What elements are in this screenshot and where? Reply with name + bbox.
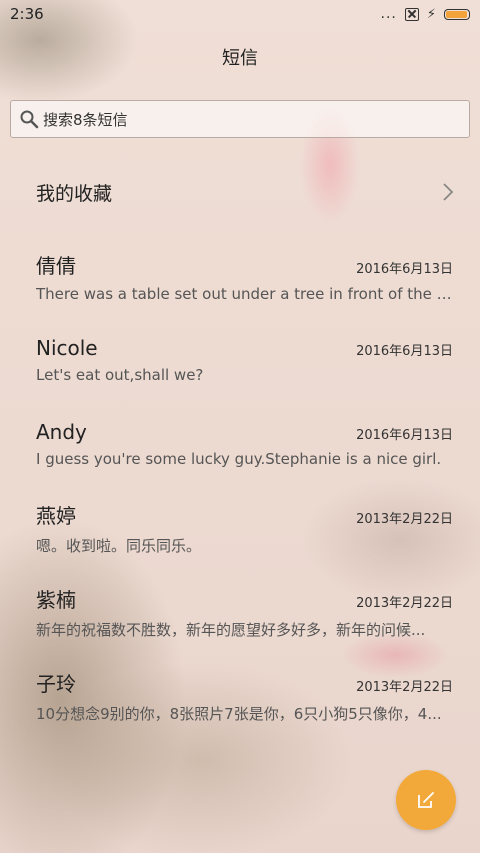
conversation-row[interactable]: 倩倩 2016年6月13日 There was a table set out … bbox=[0, 234, 480, 318]
contact-name: 紫楠 bbox=[36, 588, 76, 612]
search-input[interactable]: 搜索8条短信 bbox=[10, 100, 470, 138]
status-icons: ... ⚡ bbox=[380, 6, 470, 22]
message-preview: 10分想念9别的你，8张照片7张是你，6只小狗5只像你，4... bbox=[36, 705, 442, 723]
battery-icon bbox=[444, 8, 470, 20]
charging-icon: ⚡ bbox=[426, 6, 436, 22]
message-preview: There was a table set out under a tree i… bbox=[36, 284, 453, 303]
message-preview: 嗯。收到啦。同乐同乐。 bbox=[36, 537, 202, 555]
status-bar: 2:36 ... ⚡ bbox=[0, 0, 480, 28]
no-sim-icon bbox=[404, 7, 419, 21]
conversation-row[interactable]: 紫楠 2013年2月22日 新年的祝福数不胜数，新年的愿望好多好多，新年的问候.… bbox=[0, 570, 480, 654]
message-preview: I guess you're some lucky guy.Stephanie … bbox=[36, 450, 442, 468]
search-icon bbox=[20, 110, 39, 129]
message-date: 2013年2月22日 bbox=[356, 680, 453, 695]
message-date: 2013年2月22日 bbox=[356, 596, 453, 611]
message-preview: Let's eat out,shall we? bbox=[36, 366, 204, 384]
contact-name: 燕婷 bbox=[36, 504, 76, 528]
search-placeholder: 搜索8条短信 bbox=[43, 110, 128, 129]
more-notifications-icon: ... bbox=[380, 6, 397, 22]
contact-name: 子玲 bbox=[36, 672, 76, 696]
message-date: 2016年6月13日 bbox=[356, 261, 453, 277]
battery-level bbox=[446, 10, 467, 18]
contact-name: Nicole bbox=[36, 336, 98, 360]
favorites-item[interactable]: 我的收藏 bbox=[0, 150, 480, 234]
message-date: 2013年2月22日 bbox=[356, 512, 453, 527]
conversation-list: 我的收藏 倩倩 2016年6月13日 There was a table set… bbox=[0, 150, 480, 738]
message-preview: 新年的祝福数不胜数，新年的愿望好多好多，新年的问候... bbox=[36, 621, 426, 639]
page-title: 短信 bbox=[222, 48, 258, 69]
new-message-button[interactable] bbox=[396, 770, 456, 830]
chevron-right-icon bbox=[443, 183, 454, 201]
status-time: 2:36 bbox=[10, 5, 44, 23]
conversation-row[interactable]: Andy 2016年6月13日 I guess you're some luck… bbox=[0, 402, 480, 486]
favorites-label: 我的收藏 bbox=[36, 182, 113, 205]
message-date: 2016年6月13日 bbox=[356, 428, 453, 443]
contact-name: 倩倩 bbox=[36, 253, 76, 278]
message-date: 2016年6月13日 bbox=[356, 344, 453, 359]
compose-icon bbox=[418, 792, 434, 808]
conversation-row[interactable]: Nicole 2016年6月13日 Let's eat out,shall we… bbox=[0, 318, 480, 402]
contact-name: Andy bbox=[36, 420, 87, 444]
conversation-row[interactable]: 燕婷 2013年2月22日 嗯。收到啦。同乐同乐。 bbox=[0, 486, 480, 570]
conversation-row[interactable]: 子玲 2013年2月22日 10分想念9别的你，8张照片7张是你，6只小狗5只像… bbox=[0, 654, 480, 738]
